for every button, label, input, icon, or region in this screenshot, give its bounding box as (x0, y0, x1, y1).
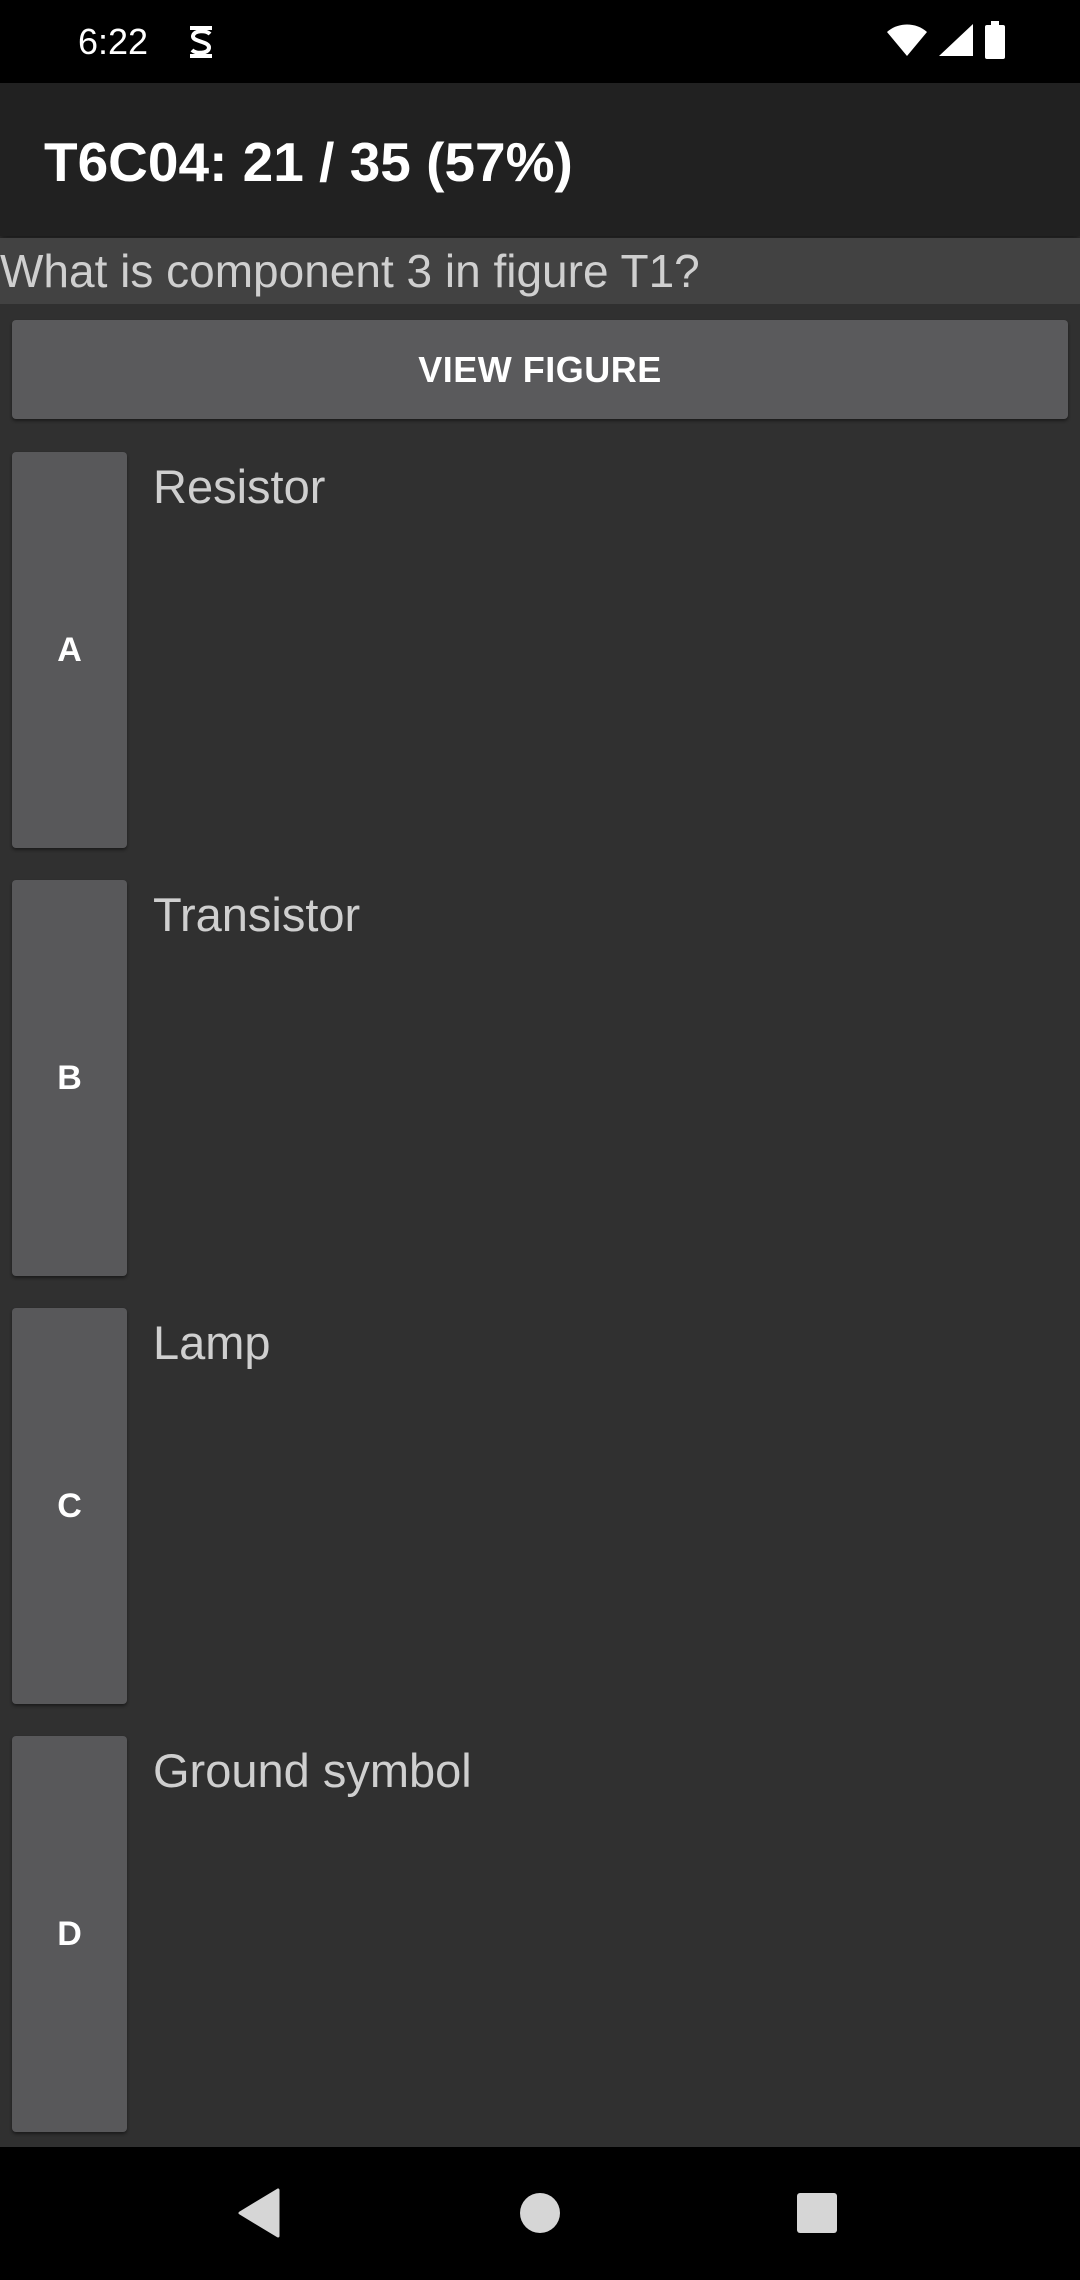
wifi-icon (886, 23, 928, 62)
status-time: 6:22 (78, 21, 149, 62)
answer-d-text: Ground symbol (153, 1744, 472, 1797)
status-icons (886, 20, 1006, 64)
navigation-bar (0, 2147, 1080, 2280)
recents-square-icon[interactable] (781, 2177, 853, 2249)
question-text: What is component 3 in figure T1? (0, 238, 1080, 304)
answer-option-c: C Lamp (0, 1308, 1080, 1704)
answer-d-button[interactable]: D (12, 1736, 127, 2132)
answer-option-b: B Transistor (0, 880, 1080, 1276)
back-triangle-icon[interactable] (223, 2177, 295, 2249)
status-bar: 6:22 (0, 0, 1080, 83)
cell-signal-icon (938, 23, 974, 62)
page-title: T6C04: 21 / 35 (57%) (44, 131, 573, 193)
view-figure-button[interactable]: VIEW FIGURE (12, 320, 1068, 419)
answer-c-text: Lamp (153, 1316, 271, 1369)
battery-icon (984, 20, 1006, 64)
app-bar: T6C04: 21 / 35 (57%) (0, 83, 1080, 236)
answer-b-text: Transistor (153, 888, 361, 941)
answer-c-button[interactable]: C (12, 1308, 127, 1704)
answer-option-d: D Ground symbol (0, 1736, 1080, 2132)
answer-b-button[interactable]: B (12, 880, 127, 1276)
s-notification-icon (184, 22, 218, 62)
answer-a-text: Resistor (153, 460, 326, 513)
answer-a-button[interactable]: A (12, 452, 127, 848)
home-circle-icon[interactable] (504, 2177, 576, 2249)
answer-option-a: A Resistor (0, 452, 1080, 848)
